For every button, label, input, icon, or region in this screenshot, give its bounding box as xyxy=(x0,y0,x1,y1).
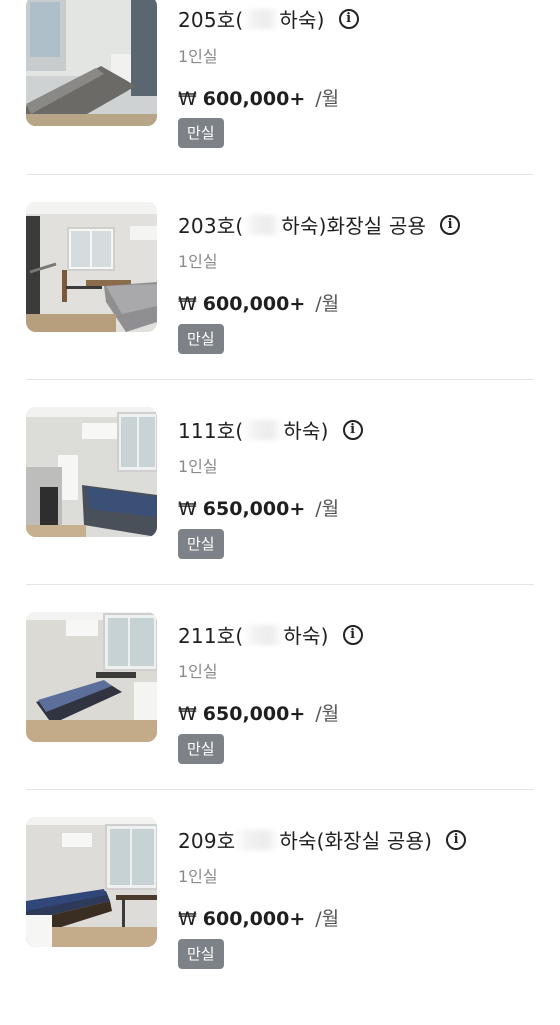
room-title-suffix: 하숙) xyxy=(281,214,327,238)
room-price-row: ₩600,000+ /월 xyxy=(178,289,339,316)
room-title: 205호( xyxy=(178,8,244,32)
room-price-row: ₩650,000+ /월 xyxy=(178,494,339,521)
redacted-name xyxy=(243,419,284,440)
room-photo-image xyxy=(26,202,157,332)
room-photo[interactable] xyxy=(26,0,157,126)
room-title-row: 205호( 하숙) i xyxy=(178,4,359,33)
room-photo[interactable] xyxy=(26,407,157,537)
divider xyxy=(26,174,534,175)
room-photo-image xyxy=(26,817,157,947)
info-icon[interactable]: i xyxy=(440,214,461,235)
room-price: 650,000+ xyxy=(202,703,306,725)
divider xyxy=(26,379,534,380)
room-price: 650,000+ xyxy=(202,498,306,520)
currency-symbol: ₩ xyxy=(178,88,197,110)
redacted-name xyxy=(243,8,280,29)
room-price: 600,000+ xyxy=(202,293,306,315)
status-badge: 만실 xyxy=(178,324,224,354)
room-title-extra: 화장실 공용 xyxy=(326,214,427,238)
room-title: 209호 xyxy=(178,829,236,853)
room-photo-image xyxy=(26,407,157,537)
room-photo[interactable] xyxy=(26,202,157,332)
room-photo[interactable] xyxy=(26,612,157,742)
room-price-row: ₩650,000+ /월 xyxy=(178,699,339,726)
room-title-suffix: 하숙(화장실 공용) xyxy=(279,829,433,853)
room-card[interactable]: 209호 하숙(화장실 공용) i 1인실 ₩600,000+ /월 만실 xyxy=(0,817,560,1025)
divider xyxy=(26,584,534,585)
room-title-row: 209호 하숙(화장실 공용) i xyxy=(178,825,467,854)
room-title-row: 111호( 하숙) i xyxy=(178,415,363,444)
status-badge: 만실 xyxy=(178,529,224,559)
room-title-row: 203호( 하숙) 화장실 공용 i xyxy=(178,210,461,239)
status-badge: 만실 xyxy=(178,939,224,969)
room-title-suffix: 하숙) xyxy=(279,8,325,32)
room-title: 203호( xyxy=(178,214,244,238)
info-icon[interactable]: i xyxy=(342,624,363,645)
room-title: 211호( xyxy=(178,624,244,648)
status-badge: 만실 xyxy=(178,118,224,148)
divider xyxy=(26,789,534,790)
room-occupancy: 1인실 xyxy=(178,47,218,66)
room-occupancy: 1인실 xyxy=(178,867,218,886)
room-price: 600,000+ xyxy=(202,908,306,930)
price-period: /월 xyxy=(315,498,340,520)
room-price-row: ₩600,000+ /월 xyxy=(178,904,339,931)
info-icon[interactable]: i xyxy=(446,829,467,850)
room-occupancy: 1인실 xyxy=(178,252,218,271)
redacted-name xyxy=(235,829,280,850)
price-period: /월 xyxy=(315,88,340,110)
price-period: /월 xyxy=(315,908,340,930)
room-title: 111호( xyxy=(178,419,244,443)
room-price: 600,000+ xyxy=(202,88,306,110)
redacted-name xyxy=(243,624,284,645)
room-title-suffix: 하숙) xyxy=(283,624,329,648)
price-period: /월 xyxy=(315,703,340,725)
room-title-row: 211호( 하숙) i xyxy=(178,620,363,649)
redacted-name xyxy=(243,214,282,235)
currency-symbol: ₩ xyxy=(178,908,197,930)
info-icon[interactable]: i xyxy=(342,419,363,440)
info-icon[interactable]: i xyxy=(338,8,359,29)
room-list: 205호( 하숙) i 1인실 ₩600,000+ /월 만실 203호(하숙)… xyxy=(0,0,560,969)
room-photo-image xyxy=(26,612,157,742)
currency-symbol: ₩ xyxy=(178,293,197,315)
room-occupancy: 1인실 xyxy=(178,457,218,476)
room-occupancy: 1인실 xyxy=(178,662,218,681)
room-title-suffix: 하숙) xyxy=(283,419,329,443)
status-badge: 만실 xyxy=(178,734,224,764)
currency-symbol: ₩ xyxy=(178,703,197,725)
price-period: /월 xyxy=(315,293,340,315)
room-price-row: ₩600,000+ /월 xyxy=(178,84,339,111)
room-photo-image xyxy=(26,0,157,126)
room-photo[interactable] xyxy=(26,817,157,947)
currency-symbol: ₩ xyxy=(178,498,197,520)
